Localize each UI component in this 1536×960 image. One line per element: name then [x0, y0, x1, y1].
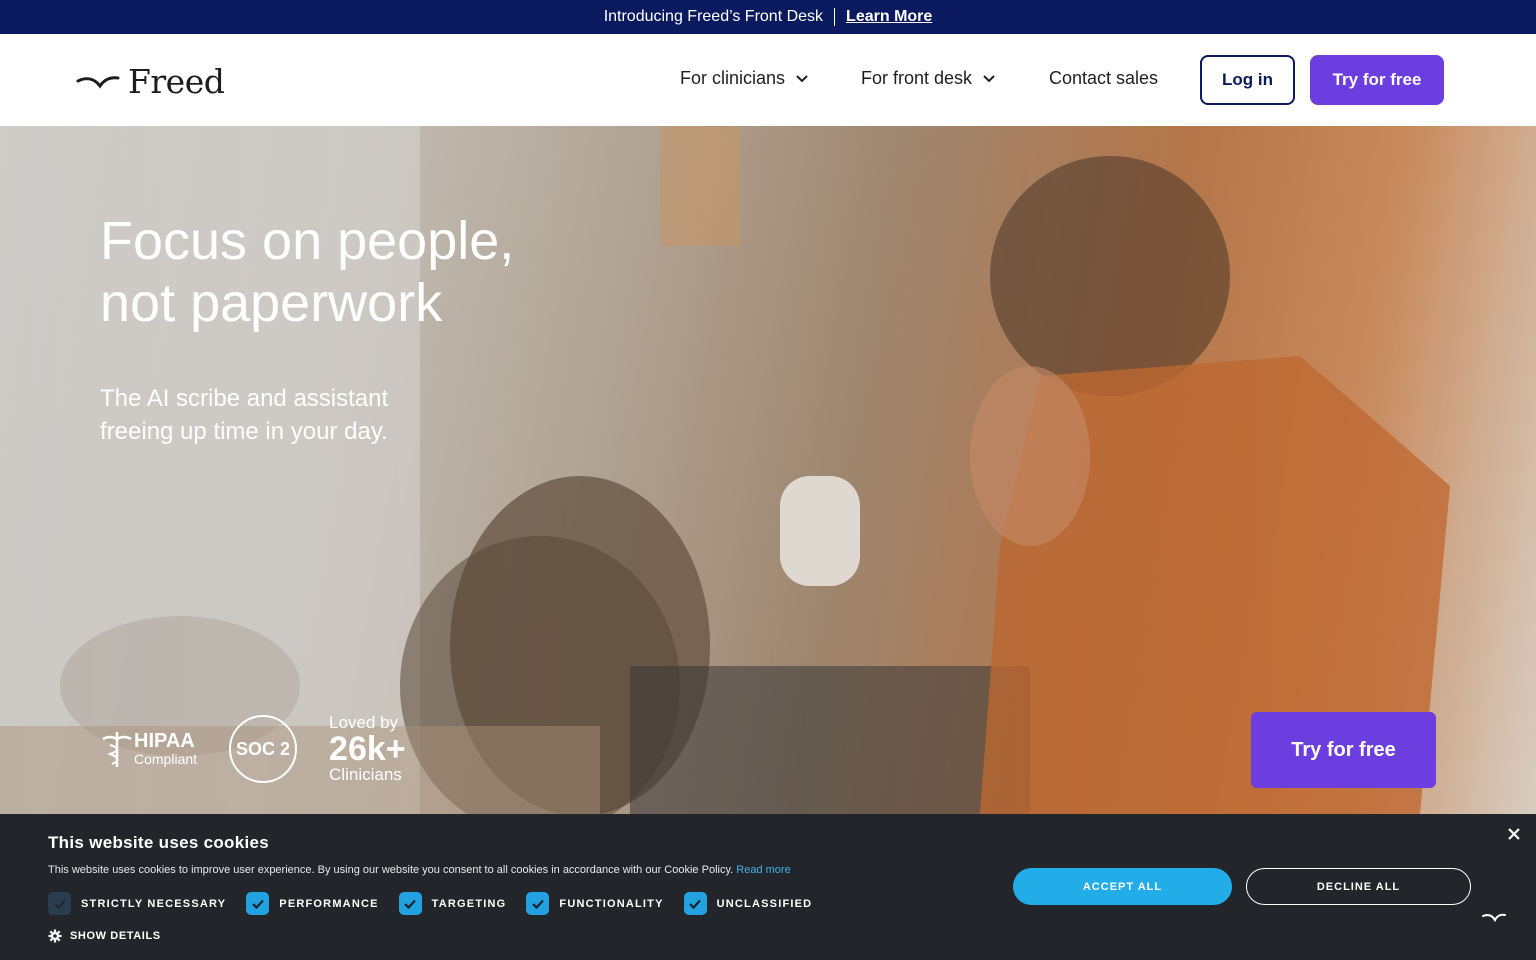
freed-logo-icon [76, 75, 120, 89]
close-icon[interactable] [1507, 827, 1521, 841]
cookie-description-text: This website uses cookies to improve use… [48, 864, 734, 876]
checkbox-checked-icon [398, 892, 422, 915]
nav-for-clinicians[interactable]: For clinicians [680, 68, 809, 89]
cookie-check-strictly-necessary[interactable]: STRICTLY NECESSARY [48, 892, 226, 915]
cookie-check-performance[interactable]: PERFORMANCE [246, 892, 378, 915]
try-for-free-header-button[interactable]: Try for free [1310, 55, 1444, 105]
show-details-label: SHOW DETAILS [70, 930, 161, 942]
loved-by-badge: Loved by 26k+ Clinicians [329, 714, 406, 784]
hero-section: Focus on people, not paperwork The AI sc… [0, 126, 1536, 814]
cookie-check-targeting[interactable]: TARGETING [398, 892, 507, 915]
hero-headline: Focus on people, not paperwork [100, 210, 514, 334]
soc2-label: SOC 2 [236, 738, 291, 759]
checkbox-checked-icon [48, 892, 71, 915]
caduceus-icon [102, 732, 132, 767]
freed-logo[interactable]: Freed [76, 62, 225, 101]
freed-mini-logo-icon [1482, 913, 1506, 923]
cookie-check-label: UNCLASSIFIED [716, 897, 813, 910]
logo-wordmark: Freed [128, 62, 225, 101]
cookie-banner: This website uses cookies This website u… [0, 814, 1536, 960]
cookie-check-label: TARGETING [431, 897, 507, 910]
soc2-badge: SOC 2 [229, 715, 298, 783]
gear-icon [48, 929, 62, 943]
cookie-check-label: PERFORMANCE [279, 897, 379, 910]
nav-for-front-desk[interactable]: For front desk [861, 68, 996, 89]
nav-contact-sales-label: Contact sales [1049, 68, 1159, 88]
hipaa-badge: HIPAA Compliant [100, 729, 197, 769]
trust-badges: HIPAA Compliant SOC 2 Loved by 26k+ Clin… [100, 714, 406, 784]
announcement-text: Introducing Freed’s Front Desk [603, 8, 824, 25]
cookie-categories: STRICTLY NECESSARY PERFORMANCE TARGETING… [48, 892, 832, 915]
learn-more-link[interactable]: Learn More [846, 8, 932, 26]
nav-for-front-desk-label: For front desk [861, 68, 973, 88]
hipaa-sub-label: Compliant [134, 751, 198, 767]
decline-all-button[interactable]: DECLINE ALL [1246, 868, 1471, 905]
nav-for-clinicians-label: For clinicians [680, 68, 786, 88]
hero-headline-line-2: not paperwork [100, 273, 443, 333]
checkbox-checked-icon [683, 892, 707, 915]
hipaa-label: HIPAA [134, 730, 195, 752]
announcement-divider [834, 8, 836, 26]
nav-contact-sales[interactable]: Contact sales [1049, 68, 1158, 89]
cookie-description: This website uses cookies to improve use… [48, 864, 791, 876]
site-header: Freed For clinicians For front desk Cont… [0, 34, 1536, 126]
chevron-down-icon [796, 74, 808, 82]
cookie-check-label: STRICTLY NECESSARY [81, 897, 227, 910]
hero-headline-line-1: Focus on people, [100, 211, 515, 271]
hero-subheading: The AI scribe and assistant freeing up t… [100, 385, 389, 445]
checkbox-checked-icon [246, 892, 270, 915]
try-for-free-hero-button[interactable]: Try for free [1251, 712, 1436, 788]
cookie-check-functionality[interactable]: FUNCTIONALITY [526, 892, 663, 915]
checkbox-checked-icon [526, 892, 550, 915]
clinicians-label: Clinicians [329, 765, 402, 784]
chevron-down-icon [983, 74, 995, 82]
cookie-title: This website uses cookies [48, 833, 270, 852]
announcement-bar: Introducing Freed’s Front Desk Learn Mor… [0, 0, 1536, 34]
clinician-count: 26k+ [329, 730, 406, 768]
login-button[interactable]: Log in [1200, 55, 1295, 105]
show-details-toggle[interactable]: SHOW DETAILS [48, 929, 161, 943]
cookie-check-unclassified[interactable]: UNCLASSIFIED [683, 892, 813, 915]
cookie-read-more-link[interactable]: Read more [736, 864, 790, 876]
cookie-check-label: FUNCTIONALITY [559, 897, 664, 910]
accept-all-button[interactable]: ACCEPT ALL [1013, 868, 1232, 905]
